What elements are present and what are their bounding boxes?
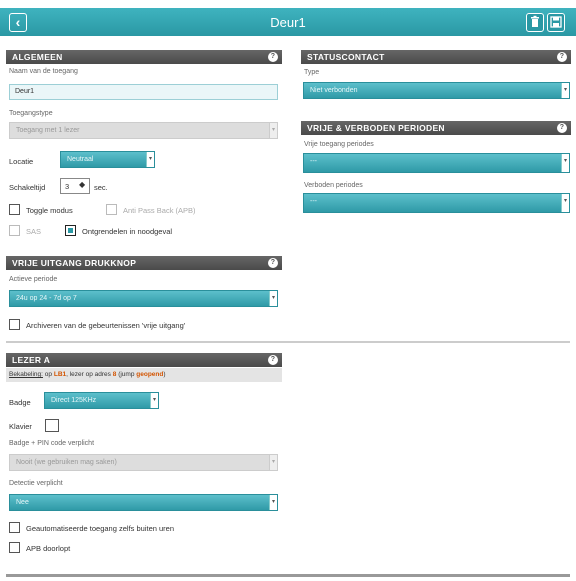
antipassback-label: Anti Pass Back (APB): [123, 206, 196, 215]
detection-select[interactable]: Nee ▾: [9, 494, 278, 511]
location-select-value: Neutraal: [67, 156, 94, 163]
emergency-unlock-label: Ontgrendelen in noodgeval: [82, 227, 173, 236]
section-title: Vrije & verboden perioden: [307, 123, 445, 133]
free-access-periods-label: Vrije toegang periodes: [304, 141, 374, 148]
chevron-down-icon: ▾: [146, 152, 154, 167]
forbidden-periods-value: ---: [310, 198, 317, 205]
active-period-label: Actieve periode: [9, 276, 58, 283]
chevron-down-icon: ▾: [561, 83, 569, 98]
chevron-down-icon: ▾: [269, 455, 277, 470]
section-divider: [6, 341, 570, 343]
active-period-select[interactable]: 24u op 24 - 7d op 7 ▾: [9, 290, 278, 307]
wiring-info: Bekabeling: op LB1, lezer op adres 8 (ju…: [9, 371, 166, 378]
sas-checkbox[interactable]: [9, 225, 20, 236]
section-title: Vrije uitgang drukknop: [12, 258, 137, 268]
top-bar: ‹ Deur1: [0, 8, 576, 36]
keypad-label: Klavier: [9, 422, 32, 431]
badge-select-value: Direct 125KHz: [51, 397, 97, 404]
auto-access-checkbox[interactable]: [9, 522, 20, 533]
archive-events-checkbox[interactable]: [9, 319, 20, 330]
section-header-free-exit: Vrije uitgang drukknop ?: [6, 256, 282, 270]
contact-type-label: Type: [304, 69, 320, 76]
trash-icon[interactable]: [526, 13, 544, 32]
badge-label: Badge: [9, 398, 31, 407]
wiring-text: op: [44, 371, 53, 378]
type-label: Toegangstype: [9, 110, 53, 117]
unlock-time-value: 3: [65, 182, 70, 191]
section-header-periods: Vrije & verboden perioden ?: [301, 121, 571, 135]
type-select[interactable]: Toegang met 1 lezer ▾: [9, 122, 278, 139]
apb-checkbox[interactable]: [9, 542, 20, 553]
sas-label: SAS: [26, 227, 42, 236]
name-label: Naam van de toegang: [9, 68, 78, 75]
unlock-time-stepper[interactable]: 3 ◆: [60, 178, 90, 194]
chevron-down-icon: ▾: [150, 393, 158, 408]
contact-type-value: Niet verbonden: [310, 87, 358, 94]
wiring-prefix[interactable]: Bekabeling:: [9, 371, 43, 378]
forbidden-periods-select[interactable]: --- ▾: [303, 193, 570, 213]
wiring-bus: LB1: [53, 371, 67, 378]
save-icon[interactable]: [547, 13, 565, 32]
contact-type-select[interactable]: Niet verbonden ▾: [303, 82, 570, 99]
badge-select[interactable]: Direct 125KHz ▾: [44, 392, 159, 409]
section-title: Statuscontact: [307, 52, 385, 62]
help-icon[interactable]: ?: [268, 52, 278, 62]
toggle-mode-checkbox[interactable]: [9, 204, 20, 215]
name-input[interactable]: Deur1: [9, 84, 278, 100]
section-header-status-contact: Statuscontact ?: [301, 50, 571, 64]
wiring-text: ): [163, 371, 166, 378]
section-header-algemeen: Algemeen ?: [6, 50, 282, 64]
antipassback-checkbox[interactable]: [106, 204, 117, 215]
page-title: Deur1: [270, 15, 306, 30]
detection-select-value: Nee: [16, 499, 29, 506]
chevron-down-icon: ▾: [269, 123, 277, 138]
free-access-periods-select[interactable]: --- ▾: [303, 153, 570, 173]
wiring-text: (jump: [118, 371, 135, 378]
chevron-down-icon: ▾: [269, 495, 277, 510]
help-icon[interactable]: ?: [557, 123, 567, 133]
unlock-time-label: Schakeltijd: [9, 183, 46, 192]
pin-required-select[interactable]: Nooit (we gebruiken mag saken) ▾: [9, 454, 278, 471]
section-header-reader-a: Lezer A ?: [6, 353, 282, 367]
chevron-down-icon: ▾: [269, 291, 277, 306]
type-select-value: Toegang met 1 lezer: [16, 127, 80, 134]
help-icon[interactable]: ?: [268, 258, 278, 268]
wiring-text: , lezer op adres: [66, 371, 111, 378]
location-label: Locatie: [9, 157, 34, 166]
unlock-time-unit: sec.: [94, 183, 108, 192]
forbidden-periods-label: Verboden periodes: [304, 182, 363, 189]
active-period-value: 24u op 24 - 7d op 7: [16, 295, 77, 302]
help-icon[interactable]: ?: [268, 355, 278, 365]
archive-events-label: Archiveren van de gebeurtenissen 'vrije …: [26, 321, 186, 330]
detection-label: Detectie verplicht: [9, 480, 63, 487]
location-select[interactable]: Neutraal ▾: [60, 151, 155, 168]
chevron-down-icon: ▾: [561, 154, 569, 172]
help-icon[interactable]: ?: [557, 52, 567, 62]
bottom-border: [6, 574, 570, 577]
chevron-down-icon: ▾: [561, 194, 569, 212]
section-title: Algemeen: [12, 52, 63, 62]
section-title: Lezer A: [12, 355, 51, 365]
toggle-mode-label: Toggle modus: [26, 206, 73, 215]
auto-access-label: Geautomatiseerde toegang zelfs buiten ur…: [26, 524, 175, 533]
emergency-unlock-checkbox[interactable]: [65, 225, 76, 236]
wiring-info-bar: Bekabeling: op LB1, lezer op adres 8 (ju…: [6, 368, 282, 382]
apb-label: APB doorlopt: [26, 544, 71, 553]
wiring-address: 8: [112, 371, 117, 378]
keypad-checkbox[interactable]: [45, 419, 59, 432]
stepper-icon[interactable]: ◆: [79, 180, 85, 189]
pin-required-label: Badge + PIN code verplicht: [9, 440, 95, 447]
free-access-periods-value: ---: [310, 158, 317, 165]
pin-required-value: Nooit (we gebruiken mag saken): [16, 459, 117, 466]
wiring-jump: geopend: [136, 371, 164, 378]
